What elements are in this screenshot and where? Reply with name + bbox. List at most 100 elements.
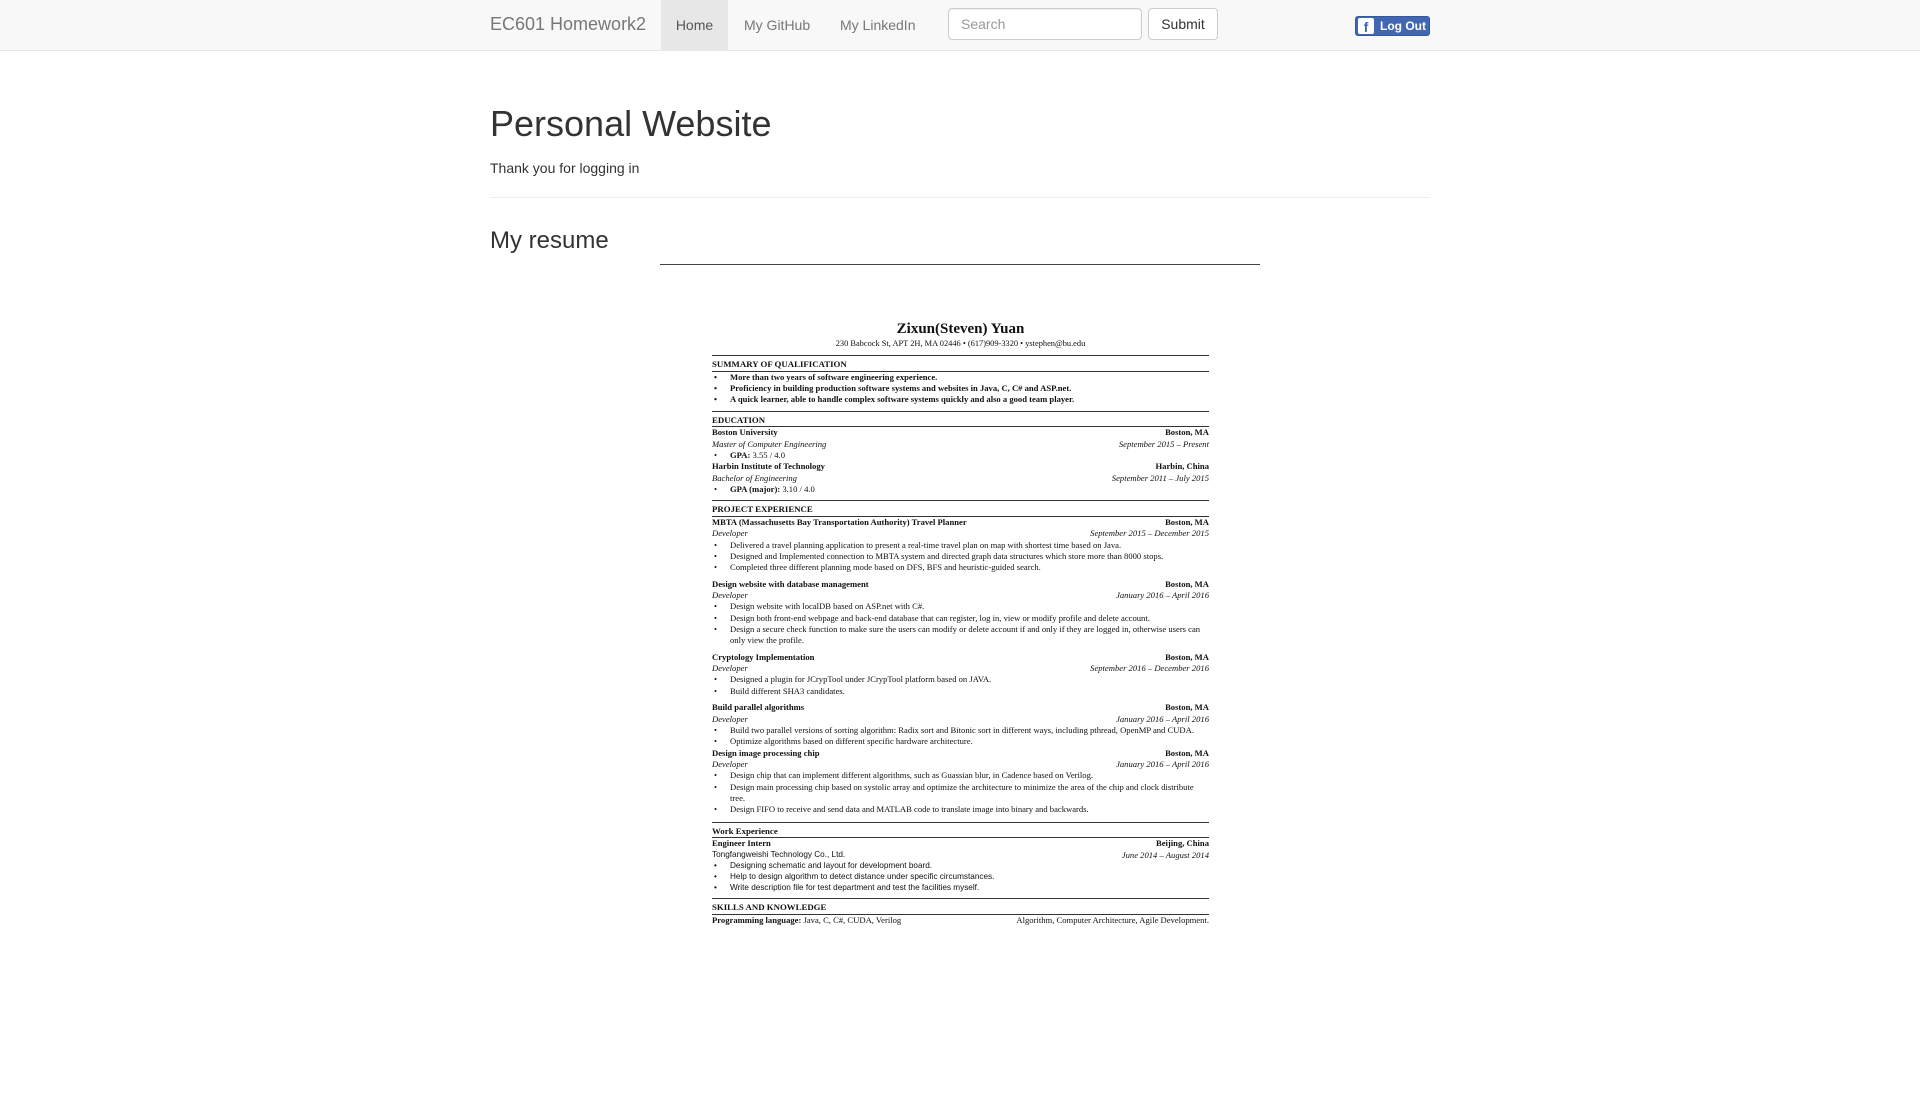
list-item: Delivered a travel planning application …	[714, 540, 1209, 552]
navbar: EC601 Homework2 Home My GitHub My Linked…	[0, 0, 1920, 51]
list-item: Write description file for test departme…	[714, 883, 1209, 894]
section-rule	[712, 410, 1209, 412]
project-bullets: Design chip that can implement different…	[712, 770, 1209, 816]
resume-name: Zixun(Steven) Yuan	[896, 321, 1025, 337]
skills-label: Programming language:	[712, 915, 802, 925]
section-rule	[712, 821, 1209, 823]
project-dates: January 2016 – April 2016	[1116, 758, 1209, 769]
project-dates: January 2016 – April 2016	[1116, 590, 1209, 601]
work-title-row: Engineer Intern Beijing, China	[712, 838, 1209, 849]
gpa-value: 3.10 / 4.0	[780, 484, 815, 495]
work-dates: June 2014 – August 2014	[1121, 849, 1209, 860]
project-title-row: Cryptology Implementation Boston, MA	[712, 652, 1209, 663]
facebook-logout-button[interactable]: f Log Out	[1355, 16, 1430, 36]
degree-dates: September 2011 – July 2015	[1111, 472, 1209, 483]
project-location: Boston, MA	[1165, 702, 1209, 713]
list-item: Design a secure check function to make s…	[714, 624, 1209, 647]
project-bullets: Build two parallel versions of sorting a…	[712, 725, 1209, 748]
degree: Bachelor of Engineering	[712, 472, 797, 483]
education-heading: EDUCATION	[712, 415, 1209, 428]
school-row: Harbin Institute of Technology Harbin, C…	[712, 461, 1209, 472]
skills-other: Algorithm, Computer Architecture, Agile …	[1016, 915, 1209, 925]
degree: Master of Computer Engineering	[712, 438, 827, 449]
project-title: Design image processing chip	[712, 747, 820, 758]
work-title: Engineer Intern	[712, 838, 771, 849]
list-item: GPA: 3.55 / 4.0	[714, 450, 1209, 462]
navbar-brand[interactable]: EC601 Homework2	[490, 14, 646, 35]
project-location: Boston, MA	[1165, 651, 1209, 662]
search-input[interactable]	[948, 8, 1142, 40]
skills-language-list: Java, C, C#, CUDA, Verilog	[801, 915, 902, 925]
list-item: Help to design algorithm to detect dista…	[714, 872, 1209, 883]
project-role: Developer	[712, 590, 748, 601]
school-name: Harbin Institute of Technology	[712, 461, 825, 472]
work-location: Beijing, China	[1155, 838, 1209, 849]
projects-heading: PROJECT EXPERIENCE	[712, 504, 1209, 518]
list-item: Design chip that can implement different…	[714, 770, 1209, 782]
gpa-value: 3.55 / 4.0	[750, 450, 785, 461]
list-item: Design both front-end webpage and back-e…	[714, 613, 1209, 625]
project-role-row: Developer January 2016 – April 2016	[712, 759, 1209, 770]
project-location: Boston, MA	[1165, 517, 1209, 528]
project-location: Boston, MA	[1165, 578, 1209, 589]
project-title: Design website with database management	[712, 578, 869, 589]
summary-heading: SUMMARY OF QUALIFICATION	[712, 359, 1209, 372]
skills-languages: Programming language: Java, C, C#, CUDA,…	[712, 915, 901, 926]
list-item: Proficiency in building production softw…	[714, 383, 1209, 395]
skills-row: Programming language: Java, C, C#, CUDA,…	[712, 915, 1209, 926]
project-title-row: Design image processing chip Boston, MA	[712, 748, 1209, 759]
list-item: More than two years of software engineer…	[714, 372, 1209, 384]
gpa-label: GPA (major):	[730, 484, 781, 495]
school-row: Boston University Boston, MA	[712, 427, 1209, 438]
school-name: Boston University	[712, 427, 778, 438]
project-bullets: Design website with localDB based on ASP…	[712, 601, 1209, 646]
project-title: MBTA (Massachusetts Bay Transportation A…	[712, 517, 967, 528]
project-bullets: Designed a plugin for JCrypTool under JC…	[712, 674, 1209, 697]
nav-github-link[interactable]: My GitHub	[744, 0, 810, 50]
resume-section-title: My resume	[490, 227, 609, 254]
project-title-row: MBTA (Massachusetts Bay Transportation A…	[712, 517, 1209, 528]
work-heading: Work Experience	[712, 826, 1209, 839]
work-company: Tongfangweishi Technology Co., Ltd.	[712, 849, 846, 859]
project-role-row: Developer January 2016 – April 2016	[712, 590, 1209, 601]
list-item: Designing schematic and layout for devel…	[714, 861, 1209, 872]
project-location: Boston, MA	[1165, 747, 1209, 758]
gpa-label: GPA:	[730, 450, 751, 461]
list-item: Designed a plugin for JCrypTool under JC…	[714, 674, 1209, 686]
resume-contact: 230 Babcock St, APT 2H, MA 02446 • (617)…	[835, 339, 1086, 348]
list-item: GPA (major): 3.10 / 4.0	[714, 484, 1209, 496]
project-title-row: Design website with database management …	[712, 579, 1209, 590]
school-location: Harbin, China	[1155, 461, 1210, 472]
degree-dates: September 2015 – Present	[1118, 438, 1209, 449]
header-divider	[490, 197, 1430, 198]
project-dates: September 2015 – December 2015	[1090, 528, 1209, 539]
list-item: Build different SHA3 candidates.	[714, 686, 1209, 698]
list-item: Design website with localDB based on ASP…	[714, 601, 1209, 613]
list-item: Designed and Implemented connection to M…	[714, 551, 1209, 563]
project-role-row: Developer January 2016 – April 2016	[712, 714, 1209, 725]
project-role-row: Developer September 2016 – December 2016	[712, 663, 1209, 674]
project-role: Developer	[712, 713, 748, 724]
nav-home-link[interactable]: Home	[661, 0, 728, 50]
project-bullets: Delivered a travel planning application …	[712, 540, 1209, 574]
gpa-list: GPA (major): 3.10 / 4.0	[712, 484, 1209, 496]
section-rule	[712, 500, 1209, 502]
list-item: A quick learner, able to handle complex …	[714, 394, 1209, 406]
facebook-icon: f	[1358, 18, 1374, 34]
list-item: Completed three different planning mode …	[714, 562, 1209, 574]
list-item: Optimize algorithms based on different s…	[714, 736, 1209, 748]
list-item: Design main processing chip based on sys…	[714, 782, 1209, 805]
resume-top-border	[660, 264, 1260, 265]
logout-label: Log Out	[1380, 19, 1426, 33]
project-title-row: Build parallel algorithms Boston, MA	[712, 702, 1209, 713]
project-title: Build parallel algorithms	[712, 702, 805, 713]
section-rule	[712, 898, 1209, 900]
project-title: Cryptology Implementation	[712, 651, 815, 662]
project-role: Developer	[712, 758, 748, 769]
work-company-row: Tongfangweishi Technology Co., Ltd. June…	[712, 850, 1209, 861]
submit-button[interactable]: Submit	[1148, 8, 1218, 40]
summary-list: More than two years of software engineer…	[712, 372, 1209, 406]
resume-document: Zixun(Steven) Yuan 230 Babcock St, APT 2…	[712, 320, 1209, 1010]
nav-linkedin-link[interactable]: My LinkedIn	[840, 0, 915, 50]
project-role: Developer	[712, 528, 748, 539]
